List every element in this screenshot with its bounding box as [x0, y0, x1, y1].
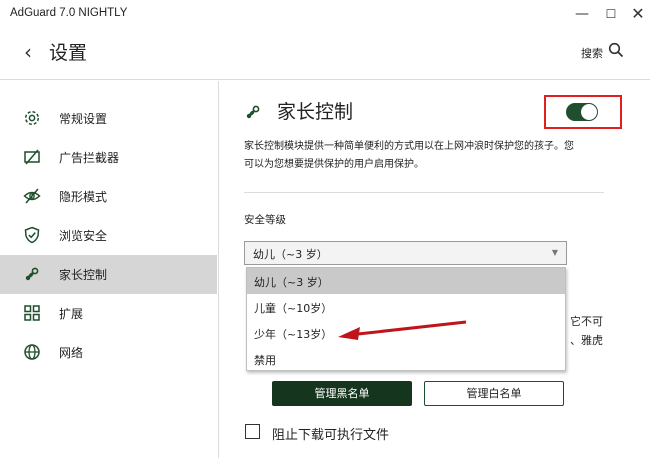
description-text: 家长控制模块提供一种简单便利的方式用以在上网冲浪时保护您的孩子。您可以为您想要提…	[244, 141, 574, 170]
sidebar-item-parental-control[interactable]: 家长控制	[0, 255, 217, 294]
sidebar-item-stealth[interactable]: 隐形模式	[0, 177, 217, 216]
back-icon[interactable]: ‹	[24, 40, 32, 64]
option-label: 少年（~13岁）	[254, 328, 333, 341]
pacifier-icon	[25, 267, 39, 281]
close-button[interactable]: ✕	[627, 4, 649, 24]
maximize-button[interactable]: ☐	[600, 4, 622, 24]
sidebar-item-extensions[interactable]: 扩展	[0, 294, 217, 333]
search-label[interactable]: 搜索	[581, 45, 603, 61]
annotation-arrow-icon	[338, 320, 467, 340]
sidebar-item-label: 浏览安全	[59, 229, 108, 243]
sidebar-item-label: 家长控制	[59, 268, 108, 282]
option-label: 儿童（~10岁）	[254, 302, 333, 315]
sidebar-item-label: 常规设置	[59, 112, 108, 126]
parental-control-panel: 家长控制 家长控制模块提供一种简单便利的方式用以在上网冲浪时保护您的孩子。您可以…	[220, 81, 650, 458]
eye-slash-icon	[23, 188, 41, 204]
option-toddler[interactable]: 幼儿（~3 岁）	[247, 268, 565, 294]
option-label: 禁用	[254, 354, 276, 367]
minimize-button[interactable]: —	[571, 4, 593, 24]
page-title: 设置	[49, 42, 88, 64]
partial-text: 、雅虎	[570, 334, 603, 347]
extensions-icon	[24, 305, 40, 321]
partial-text: 它不可	[570, 315, 603, 328]
sidebar-item-general[interactable]: 常规设置	[0, 99, 217, 138]
option-label: 幼儿（~3 岁）	[254, 276, 329, 289]
sidebar-item-browsing-security[interactable]: 浏览安全	[0, 216, 217, 255]
app-title: AdGuard 7.0 NIGHTLY	[10, 7, 128, 19]
sidebar-item-ad-blocker[interactable]: 广告拦截器	[0, 138, 217, 177]
option-child[interactable]: 儿童（~10岁）	[247, 294, 565, 320]
block-downloads-checkbox[interactable]	[245, 424, 260, 439]
security-level-select[interactable]: 幼儿（~3 岁） ▼	[244, 241, 567, 265]
manage-whitelist-button[interactable]: 管理白名单	[424, 381, 564, 406]
sidebar-item-label: 隐形模式	[59, 190, 108, 204]
toggle-knob	[581, 104, 597, 120]
gear-icon	[24, 110, 40, 126]
search-icon[interactable]	[608, 42, 624, 58]
pacifier-icon	[246, 105, 260, 119]
sidebar-item-label: 网络	[59, 346, 84, 360]
settings-header: ‹ 设置 搜索	[0, 28, 650, 80]
option-disabled[interactable]: 禁用	[247, 346, 565, 372]
parental-control-toggle[interactable]	[566, 103, 598, 121]
block-downloads-label: 阻止下载可执行文件	[272, 428, 390, 443]
section-title: 家长控制	[277, 101, 354, 123]
sidebar: 常规设置 广告拦截器 隐形模式 浏览安全 家长控制 扩展 网络	[0, 81, 219, 458]
manage-blacklist-button[interactable]: 管理黑名单	[272, 381, 412, 406]
select-value: 幼儿（~3 岁）	[253, 248, 328, 261]
title-bar: AdGuard 7.0 NIGHTLY — ☐ ✕	[0, 0, 650, 28]
sidebar-item-label: 扩展	[59, 307, 84, 321]
chevron-down-icon: ▼	[551, 248, 558, 257]
sidebar-item-label: 广告拦截器	[59, 151, 120, 165]
divider	[244, 192, 604, 193]
shield-check-icon	[24, 226, 40, 244]
sidebar-item-network[interactable]: 网络	[0, 333, 217, 372]
security-level-label: 安全等级	[244, 214, 286, 226]
globe-icon	[24, 344, 40, 360]
ad-blocker-icon	[24, 149, 40, 165]
